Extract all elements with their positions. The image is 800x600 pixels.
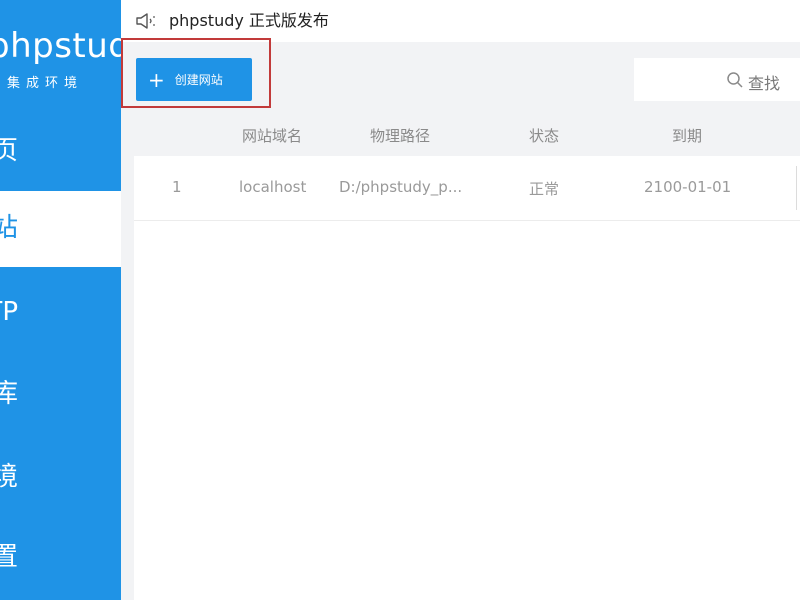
- search-input[interactable]: 查找: [634, 58, 800, 101]
- row-status: 正常: [529, 180, 560, 198]
- create-website-button[interactable]: + 创建网站: [136, 58, 252, 101]
- sidebar-item-environment[interactable]: 环境: [0, 440, 121, 516]
- column-header-domain[interactable]: 网站域名: [242, 125, 302, 146]
- sidebar-item-label: 设置: [0, 542, 18, 572]
- app-logo-subtitle: 集成环境: [7, 76, 84, 91]
- search-label: 查找: [748, 74, 781, 93]
- sidebar-item-settings[interactable]: 设置: [0, 520, 121, 596]
- speaker-icon[interactable]: [135, 11, 159, 31]
- website-table: 网站域名 物理路径 状态 到期 1 localhost D:/phpstudy_…: [134, 112, 800, 600]
- table-row[interactable]: 1 localhost D:/phpstudy_p... 正常 2100-01-…: [134, 156, 800, 221]
- sidebar-item-label: FTP: [0, 297, 18, 327]
- main-content: + 创建网站 查找 网站域名 物理路径 状态 到期 1 localhost D:…: [121, 38, 800, 600]
- table-header: 网站域名 物理路径 状态 到期: [134, 112, 800, 156]
- create-website-label: 创建网站: [174, 73, 223, 87]
- sidebar-item-home[interactable]: 首页: [0, 114, 121, 190]
- notice-text[interactable]: phpstudy 正式版发布: [169, 11, 329, 31]
- search-icon: [726, 71, 744, 89]
- row-action-edge[interactable]: [796, 166, 800, 210]
- sidebar-item-ftp[interactable]: FTP: [0, 275, 121, 351]
- sidebar-item-website[interactable]: 网站: [0, 191, 121, 267]
- notice-bar: phpstudy 正式版发布: [121, 0, 800, 42]
- app-logo: phpstudy: [0, 26, 121, 66]
- column-header-status[interactable]: 状态: [529, 125, 559, 146]
- sidebar-item-database[interactable]: 数据库: [0, 357, 121, 433]
- sidebar: phpstudy 集成环境 首页 网站 FTP 数据库 环境 设置: [0, 0, 121, 600]
- sidebar-item-label: 网站: [0, 213, 18, 243]
- row-expiry: 2100-01-01: [644, 178, 732, 196]
- sidebar-item-label: 数据库: [0, 379, 18, 409]
- sidebar-item-label: 环境: [0, 462, 18, 492]
- plus-icon: +: [148, 67, 165, 92]
- row-path[interactable]: D:/phpstudy_p...: [339, 178, 462, 196]
- column-header-expiry[interactable]: 到期: [672, 125, 702, 146]
- row-index: 1: [172, 178, 182, 196]
- column-header-path[interactable]: 物理路径: [370, 125, 430, 146]
- row-domain[interactable]: localhost: [239, 178, 306, 196]
- sidebar-item-label: 首页: [0, 136, 18, 166]
